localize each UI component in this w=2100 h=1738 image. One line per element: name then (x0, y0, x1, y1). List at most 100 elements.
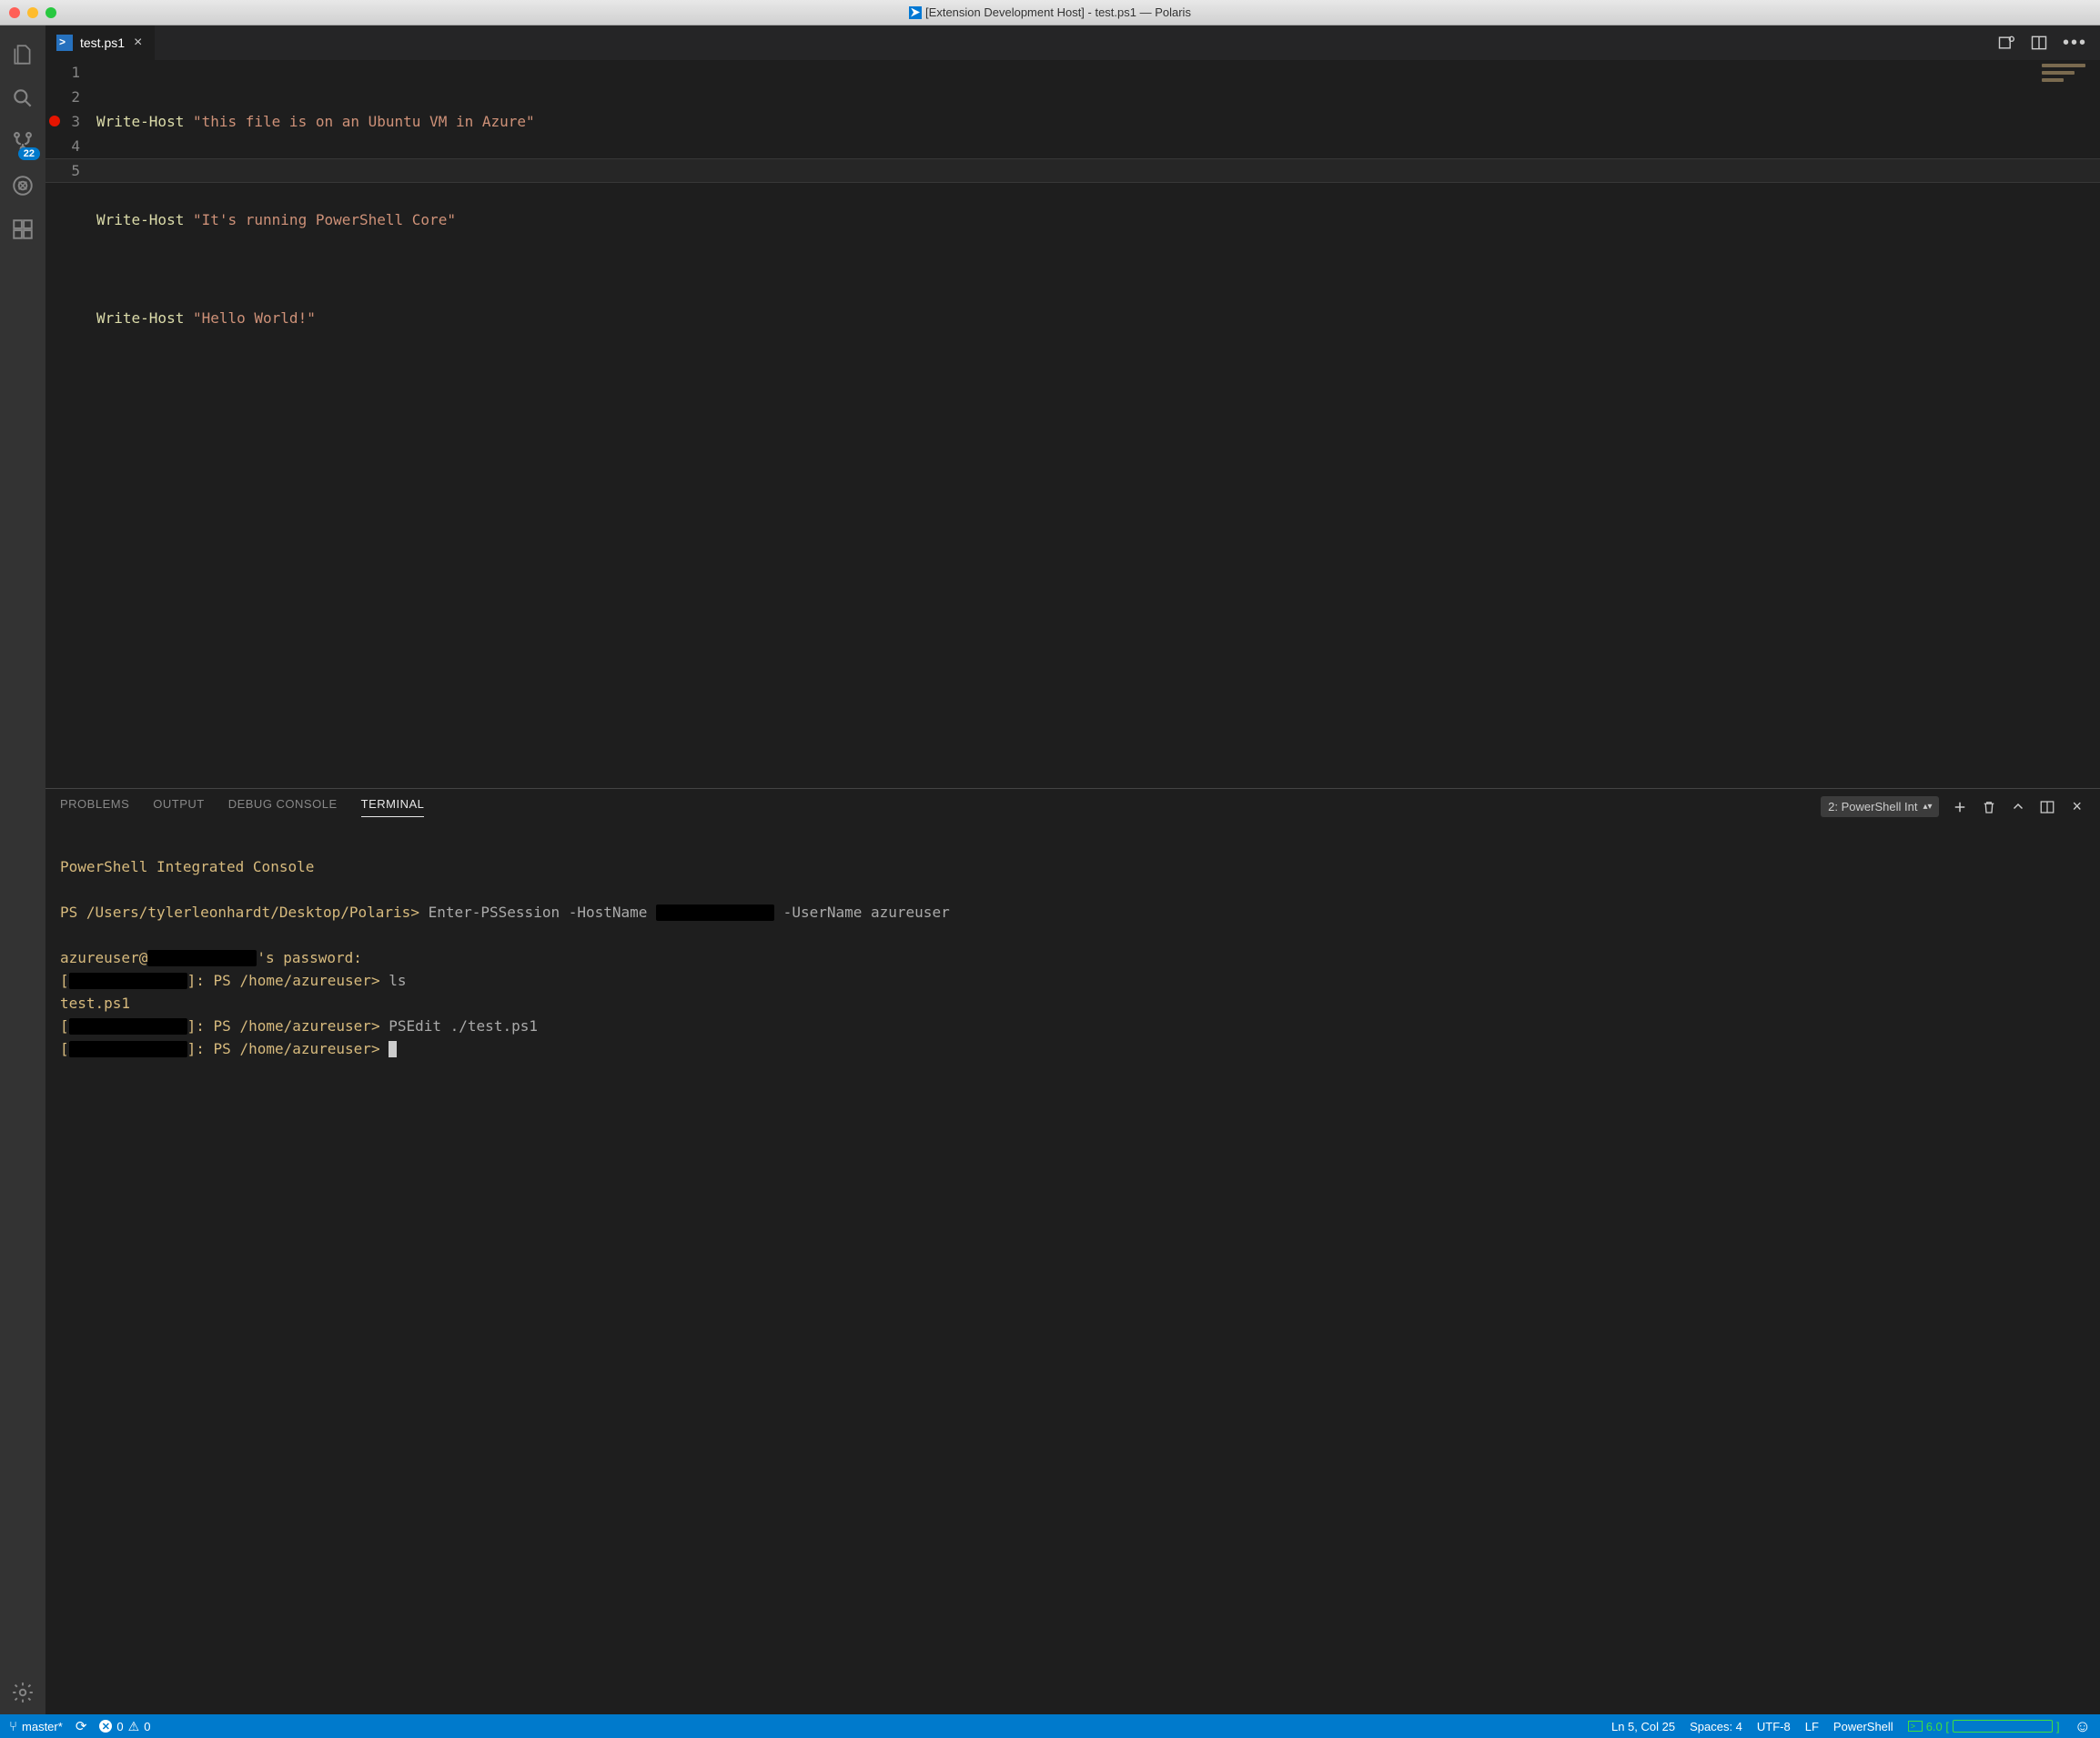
search-icon[interactable] (0, 76, 45, 120)
cursor-position[interactable]: Ln 5, Col 25 (1611, 1720, 1675, 1733)
vscode-icon (909, 6, 922, 19)
split-terminal-icon[interactable] (2039, 799, 2055, 815)
redacted-hostname (656, 904, 774, 921)
terminal-text: ] (187, 972, 197, 989)
editor-actions: ••• (1997, 25, 2100, 60)
minimize-window-button[interactable] (27, 7, 38, 18)
bottom-panel: PROBLEMS OUTPUT DEBUG CONSOLE TERMINAL 2… (45, 788, 2100, 1714)
terminal-line: PowerShell Integrated Console (60, 858, 314, 875)
indentation[interactable]: Spaces: 4 (1690, 1720, 1742, 1733)
main-area: 22 test.ps1 × ••• (0, 25, 2100, 1714)
terminal-text: ls (389, 972, 406, 989)
tab-debug-console[interactable]: DEBUG CONSOLE (228, 797, 338, 816)
terminal-selector-label: 2: PowerShell Int (1828, 800, 1917, 813)
terminal-text: ] (187, 1017, 197, 1035)
version-text: ] (2056, 1720, 2060, 1733)
error-count: 0 (116, 1720, 123, 1733)
sync-icon[interactable] (76, 1718, 87, 1734)
branch-name: master* (22, 1720, 63, 1733)
terminal-text: [ (60, 1040, 69, 1057)
split-editor-icon[interactable] (2030, 34, 2048, 52)
compare-changes-icon[interactable] (1997, 34, 2015, 52)
terminal-icon: > (1908, 1721, 1923, 1732)
terminal-selector[interactable]: 2: PowerShell Int ▴▾ (1821, 796, 1939, 817)
window-title: [Extension Development Host] - test.ps1 … (0, 5, 2100, 19)
line-number: 1 (45, 60, 80, 85)
terminal-text: Enter-PSSession -HostName (429, 904, 656, 921)
breakpoint-icon[interactable] (49, 116, 60, 126)
language-mode[interactable]: PowerShell (1833, 1720, 1893, 1733)
terminal-text: PSEdit ./test.ps1 (389, 1017, 538, 1035)
fullscreen-window-button[interactable] (45, 7, 56, 18)
terminal-prompt: : PS /home/azureuser> (196, 1040, 379, 1057)
close-tab-icon[interactable]: × (132, 35, 144, 51)
token: "Hello World!" (193, 309, 316, 327)
maximize-panel-icon[interactable] (2010, 799, 2026, 815)
traffic-lights (0, 7, 56, 18)
terminal-prompt: : PS /home/azureuser> (196, 1017, 379, 1035)
warning-count: 0 (144, 1720, 150, 1733)
redacted-host (69, 1018, 187, 1035)
settings-gear-icon[interactable] (0, 1671, 45, 1714)
redacted-host (69, 1041, 187, 1057)
tab-test-ps1[interactable]: test.ps1 × (45, 25, 156, 60)
panel-tabs: PROBLEMS OUTPUT DEBUG CONSOLE TERMINAL 2… (45, 789, 2100, 825)
line-gutter: 1 2 3 4 5 (45, 60, 96, 788)
encoding[interactable]: UTF-8 (1757, 1720, 1791, 1733)
powershell-file-icon (56, 35, 73, 51)
terminal-prompt: PS /Users/tylerleonhardt/Desktop/Polaris… (60, 904, 419, 921)
problems-indicator[interactable]: ✕0 0 (99, 1719, 150, 1734)
window-titlebar: [Extension Development Host] - test.ps1 … (0, 0, 2100, 25)
editor-group: test.ps1 × ••• 1 2 3 4 5 (45, 25, 2100, 1714)
panel-actions: 2: PowerShell Int ▴▾ × (1821, 796, 2085, 817)
powershell-version[interactable]: > 6.0 [] (1908, 1720, 2060, 1733)
minimap[interactable] (2042, 64, 2096, 100)
git-branch-icon (9, 1719, 17, 1734)
terminal-prompt: : PS /home/azureuser> (196, 972, 379, 989)
terminal-text: ] (187, 1040, 197, 1057)
terminal-text: 's password: (257, 949, 362, 966)
token: Write-Host (96, 211, 184, 228)
chevron-updown-icon: ▴▾ (1923, 803, 1932, 812)
new-terminal-icon[interactable] (1952, 799, 1968, 815)
terminal-content[interactable]: PowerShell Integrated Console PS /Users/… (45, 825, 2100, 1714)
tab-label: test.ps1 (80, 35, 125, 50)
redacted-host (69, 973, 187, 989)
activity-bar: 22 (0, 25, 45, 1714)
eol[interactable]: LF (1805, 1720, 1819, 1733)
kill-terminal-icon[interactable] (1981, 799, 1997, 815)
source-control-icon[interactable]: 22 (0, 120, 45, 164)
token: "this file is on an Ubuntu VM in Azure" (193, 113, 535, 130)
tab-problems[interactable]: PROBLEMS (60, 797, 129, 816)
terminal-text: azureuser@ (60, 949, 147, 966)
terminal-text: -UserName azureuser (774, 904, 950, 921)
tab-terminal[interactable]: TERMINAL (361, 797, 425, 817)
token: Write-Host (96, 113, 184, 130)
editor-tabs: test.ps1 × ••• (45, 25, 2100, 60)
token: "It's running PowerShell Core" (193, 211, 456, 228)
explorer-icon[interactable] (0, 33, 45, 76)
debug-icon[interactable] (0, 164, 45, 207)
terminal-text: test.ps1 (60, 995, 130, 1012)
scm-badge: 22 (18, 147, 40, 160)
close-panel-icon[interactable]: × (2068, 797, 2085, 816)
extensions-icon[interactable] (0, 207, 45, 251)
warning-icon (128, 1719, 140, 1734)
code-editor[interactable]: 1 2 3 4 5 Write-Host "this file is on an… (45, 60, 2100, 788)
redacted-host (147, 950, 257, 966)
close-window-button[interactable] (9, 7, 20, 18)
terminal-text: [ (60, 972, 69, 989)
redacted-version-host (1953, 1720, 2053, 1733)
tab-output[interactable]: OUTPUT (153, 797, 204, 816)
branch-indicator[interactable]: master* (9, 1719, 63, 1734)
status-bar: master* ✕0 0 Ln 5, Col 25 Spaces: 4 UTF-… (0, 1714, 2100, 1738)
code-content[interactable]: Write-Host "this file is on an Ubuntu VM… (96, 60, 2100, 788)
more-actions-icon[interactable]: ••• (2063, 33, 2087, 54)
line-number: 2 (45, 85, 80, 109)
line-number: 4 (45, 134, 80, 158)
line-number: 5 (45, 158, 80, 183)
feedback-icon[interactable] (2075, 1717, 2091, 1736)
editor-panel-split: 1 2 3 4 5 Write-Host "this file is on an… (45, 60, 2100, 1714)
terminal-text: [ (60, 1017, 69, 1035)
window-title-text: [Extension Development Host] - test.ps1 … (925, 5, 1191, 19)
